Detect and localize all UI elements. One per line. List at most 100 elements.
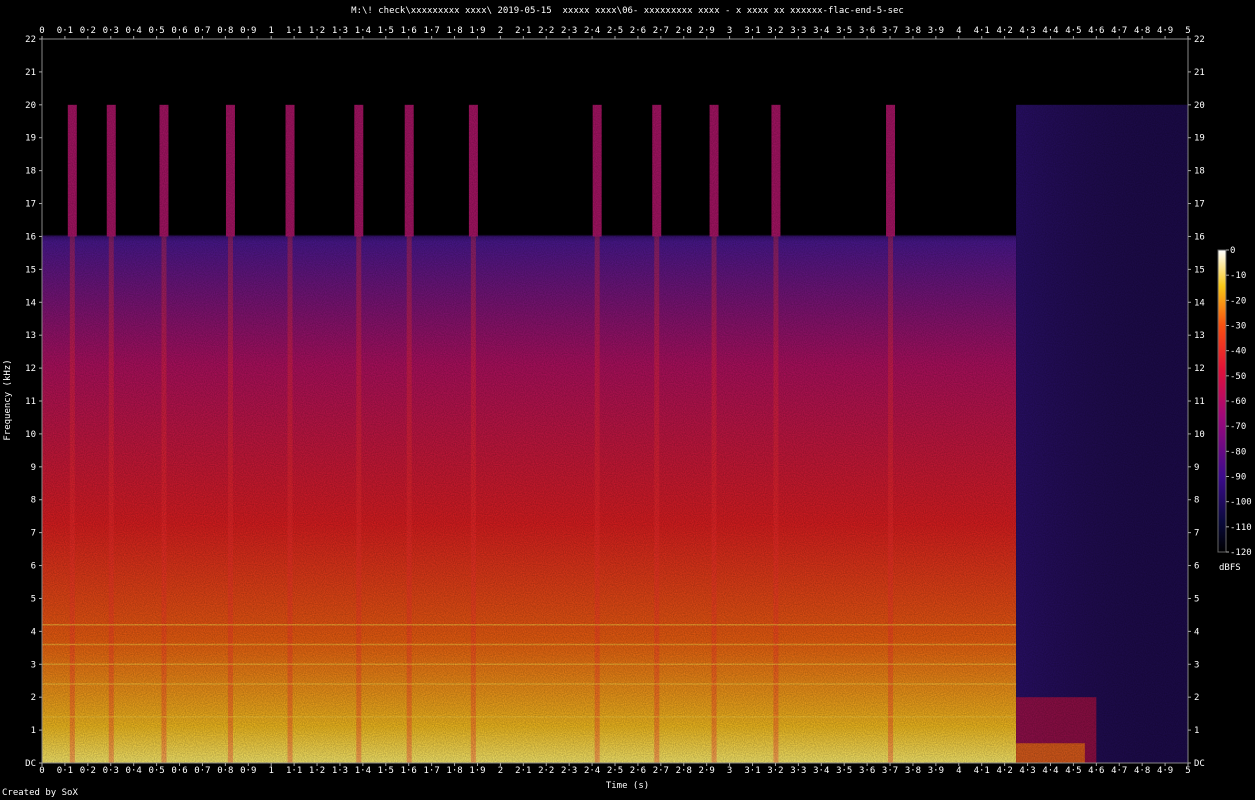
y-tick-label: 10 xyxy=(25,430,36,440)
x-tick-label: 0·6 xyxy=(171,766,187,776)
x-tick-label: 4·7 xyxy=(1111,766,1127,776)
y-tick-label: 12 xyxy=(25,364,36,374)
colorbar-label: dBFS xyxy=(1219,563,1241,573)
x-tick-label: 2·8 xyxy=(676,26,692,36)
x-tick-label: 2·4 xyxy=(584,766,600,776)
y-tick-label: 7 xyxy=(31,529,36,539)
x-tick-label: 0 xyxy=(39,26,44,36)
y-tick-label: 4 xyxy=(1194,627,1199,637)
x-tick-label: 5 xyxy=(1185,766,1190,776)
y-tick-label: 2 xyxy=(1194,693,1199,703)
y-axis-label: Frequency (kHz) xyxy=(3,359,13,441)
x-tick-label: 2·2 xyxy=(538,26,554,36)
x-tick-label: 1·6 xyxy=(401,766,417,776)
x-tick-label: 3·9 xyxy=(928,766,944,776)
colorbar: 0 -10 -20 -30 -40 -50 -60 -70 -80 -90 -100 -110 -120 xyxy=(1217,246,1252,558)
plot-area xyxy=(41,38,1189,764)
y-tick-label: 5 xyxy=(31,594,36,604)
x-tick-label: 0·2 xyxy=(80,766,96,776)
x-tick-label: 2·7 xyxy=(653,26,669,36)
x-tick-label: 4·1 xyxy=(974,766,990,776)
x-tick-label: 1·2 xyxy=(309,766,325,776)
x-tick-label: 0·3 xyxy=(103,766,119,776)
x-tick-label: 0·9 xyxy=(240,766,256,776)
colorbar-tick-label: -10 xyxy=(1230,271,1246,281)
colorbar-tick-label: -110 xyxy=(1230,523,1252,533)
x-tick-label: 4·2 xyxy=(997,26,1013,36)
x-tick-label: 2·6 xyxy=(630,766,646,776)
colorbar-tick-label: -120 xyxy=(1230,548,1252,558)
y-tick-label: 12 xyxy=(1194,364,1205,374)
x-tick-label: 0·1 xyxy=(57,766,73,776)
x-tick-label: 2·9 xyxy=(699,26,715,36)
x-tick-label: 4 xyxy=(956,26,961,36)
y-tick-label: 20 xyxy=(25,101,36,111)
x-tick-label: 1·1 xyxy=(286,26,302,36)
y-tick-label: 19 xyxy=(1194,134,1205,144)
y-tick-label: 17 xyxy=(25,200,36,210)
y-tick-label: 8 xyxy=(1194,496,1199,506)
x-tick-label: 3·8 xyxy=(905,766,921,776)
x-tick-label: 3·8 xyxy=(905,26,921,36)
x-tick-label: 4·8 xyxy=(1134,766,1150,776)
x-tick-label: 1·7 xyxy=(424,766,440,776)
x-tick-label: 4·5 xyxy=(1065,766,1081,776)
x-tick-label: 2 xyxy=(498,26,503,36)
footer-credit: Created by SoX xyxy=(2,788,78,798)
y-tick-label: 17 xyxy=(1194,200,1205,210)
x-tick-label: 5 xyxy=(1185,26,1190,36)
x-tick-label: 3·3 xyxy=(790,26,806,36)
x-tick-label: 1·5 xyxy=(378,766,394,776)
colorbar-tick-label: -80 xyxy=(1230,447,1246,457)
x-tick-label: 0·6 xyxy=(171,26,187,36)
x-tick-label: 0·1 xyxy=(57,26,73,36)
x-tick-label: 4·4 xyxy=(1042,26,1058,36)
y-tick-label: 9 xyxy=(1194,463,1199,473)
x-tick-label: 0·9 xyxy=(240,26,256,36)
x-tick-label: 2·1 xyxy=(515,26,531,36)
x-tick-label: 4·3 xyxy=(1019,26,1035,36)
y-tick-label: 14 xyxy=(1194,298,1205,308)
x-tick-label: 0·3 xyxy=(103,26,119,36)
x-tick-label: 0·4 xyxy=(126,766,142,776)
x-tick-label: 3·5 xyxy=(836,26,852,36)
x-tick-label: 0·5 xyxy=(148,766,164,776)
x-tick-label: 1·5 xyxy=(378,26,394,36)
x-tick-label: 0·4 xyxy=(126,26,142,36)
x-tick-label: 3·4 xyxy=(813,766,829,776)
x-tick-label: 4·2 xyxy=(997,766,1013,776)
x-tick-label: 2·4 xyxy=(584,26,600,36)
x-tick-label: 2·5 xyxy=(607,26,623,36)
x-tick-label: 2·9 xyxy=(699,766,715,776)
y-tick-label: 19 xyxy=(25,134,36,144)
x-tick-label: 4·9 xyxy=(1157,26,1173,36)
y-tick-label: 10 xyxy=(1194,430,1205,440)
colorbar-tick-label: -20 xyxy=(1230,296,1246,306)
x-tick-label: 4·6 xyxy=(1088,766,1104,776)
y-tick-label: 5 xyxy=(1194,594,1199,604)
y-tick-label: 18 xyxy=(25,167,36,177)
x-tick-label: 1·4 xyxy=(355,26,371,36)
x-tick-label: 2·5 xyxy=(607,766,623,776)
x-tick-label: 3·7 xyxy=(882,26,898,36)
x-tick-label: 1·7 xyxy=(424,26,440,36)
spectrogram-chart: 0 0 0·1 0·1 0·2 0·2 0·3 0·3 0·4 0·4 0·5 0·5 0·6 0·6 0·… xyxy=(25,26,1252,776)
x-tick-label: 3·9 xyxy=(928,26,944,36)
y-tick-label: 22 xyxy=(1194,35,1205,45)
x-tick-label: 0·2 xyxy=(80,26,96,36)
x-tick-label: 1·3 xyxy=(332,766,348,776)
x-tick-label: 0·7 xyxy=(194,766,210,776)
x-tick-label: 4·8 xyxy=(1134,26,1150,36)
x-tick-label: 1·9 xyxy=(469,766,485,776)
x-tick-label: 1·2 xyxy=(309,26,325,36)
x-tick-label: 3·6 xyxy=(859,766,875,776)
y-tick-label: 9 xyxy=(31,463,36,473)
x-tick-label: 2·3 xyxy=(561,26,577,36)
x-tick-label: 3·2 xyxy=(767,766,783,776)
y-tick-label: 11 xyxy=(1194,397,1205,407)
x-tick-label: 1·3 xyxy=(332,26,348,36)
x-tick-label: 2·1 xyxy=(515,766,531,776)
x-tick-label: 2·7 xyxy=(653,766,669,776)
y-tick-label: 1 xyxy=(1194,726,1199,736)
y-tick-label: 16 xyxy=(25,232,36,242)
